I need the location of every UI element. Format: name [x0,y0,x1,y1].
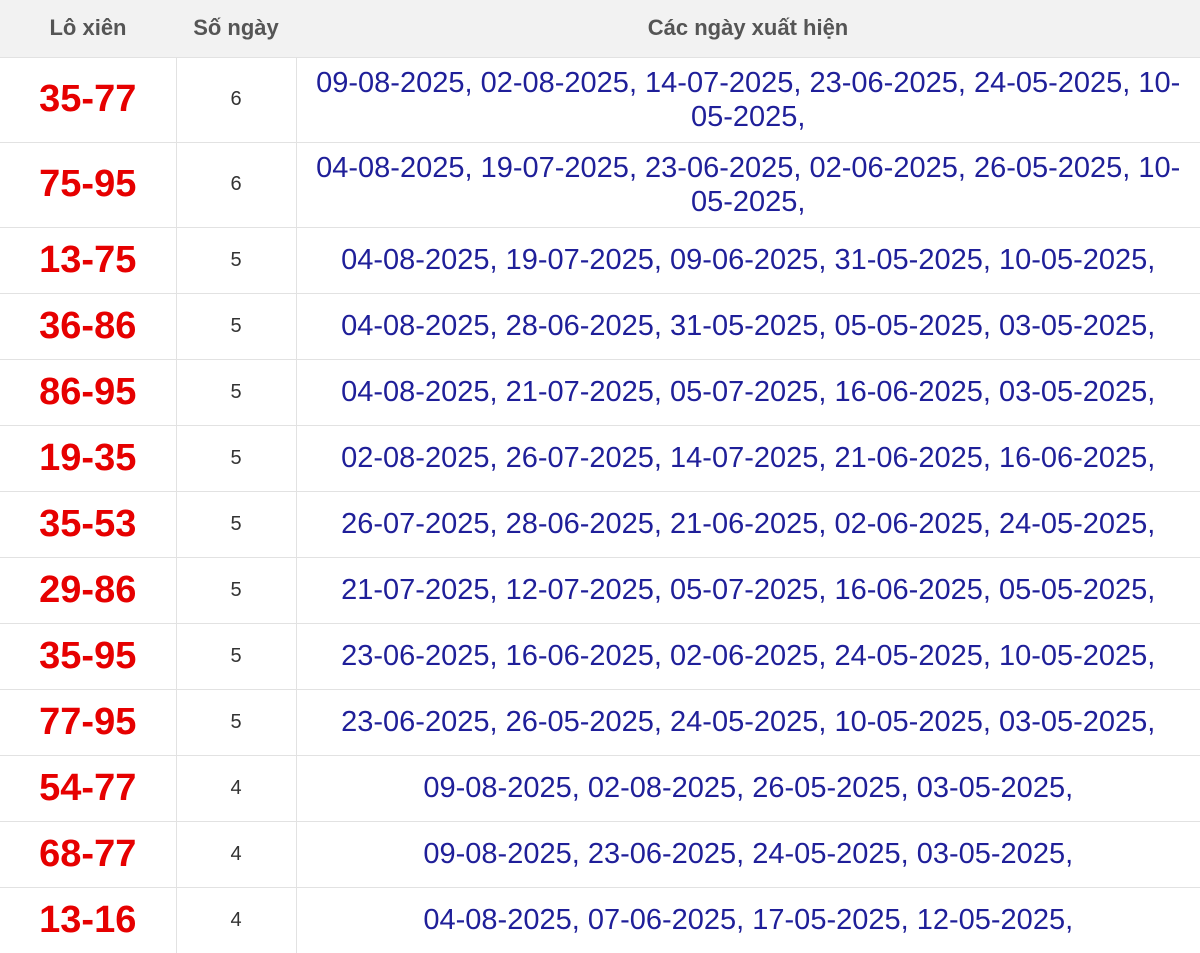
table-row: 19-35 5 02-08-2025, 26-07-2025, 14-07-20… [0,424,1200,491]
header-cac-ngay-xuat-hien: Các ngày xuất hiện [647,15,849,41]
header-so-ngay: Số ngày [193,15,279,41]
pair-cell: 35-77 [0,56,176,142]
dates-cell: 09-08-2025, 02-08-2025, 14-07-2025, 23-0… [295,56,1200,142]
table-row: 86-95 5 04-08-2025, 21-07-2025, 05-07-20… [0,358,1200,425]
pair-cell: 77-95 [0,688,176,755]
dates-cell: 09-08-2025, 02-08-2025, 26-05-2025, 03-0… [295,754,1200,821]
count-cell: 6 [175,141,296,227]
pair-cell: 13-75 [0,226,176,293]
pair-cell: 35-95 [0,622,176,689]
count-cell: 4 [175,820,296,887]
table-row: 75-95 6 04-08-2025, 19-07-2025, 23-06-20… [0,141,1200,227]
table-row: 68-77 4 09-08-2025, 23-06-2025, 24-05-20… [0,820,1200,887]
pair-cell: 13-16 [0,886,176,953]
dates-cell: 04-08-2025, 07-06-2025, 17-05-2025, 12-0… [295,886,1200,953]
pair-cell: 35-53 [0,490,176,557]
table-row: 13-16 4 04-08-2025, 07-06-2025, 17-05-20… [0,886,1200,953]
dates-cell: 09-08-2025, 23-06-2025, 24-05-2025, 03-0… [295,820,1200,887]
count-cell: 4 [175,886,296,953]
dates-cell: 04-08-2025, 19-07-2025, 23-06-2025, 02-0… [295,141,1200,227]
table-header: Lô xiên Số ngày Các ngày xuất hiện [0,0,1200,57]
count-cell: 4 [175,754,296,821]
lo-xien-table: Lô xiên Số ngày Các ngày xuất hiện 35-77… [0,0,1200,953]
dates-cell: 04-08-2025, 28-06-2025, 31-05-2025, 05-0… [295,292,1200,359]
header-lo-xien: Lô xiên [49,15,127,41]
dates-cell: 04-08-2025, 21-07-2025, 05-07-2025, 16-0… [295,358,1200,425]
table-row: 54-77 4 09-08-2025, 02-08-2025, 26-05-20… [0,754,1200,821]
table-row: 35-77 6 09-08-2025, 02-08-2025, 14-07-20… [0,56,1200,142]
pair-cell: 68-77 [0,820,176,887]
dates-cell: 23-06-2025, 26-05-2025, 24-05-2025, 10-0… [295,688,1200,755]
dates-cell: 26-07-2025, 28-06-2025, 21-06-2025, 02-0… [295,490,1200,557]
dates-cell: 02-08-2025, 26-07-2025, 14-07-2025, 21-0… [295,424,1200,491]
count-cell: 5 [175,688,296,755]
table-row: 35-95 5 23-06-2025, 16-06-2025, 02-06-20… [0,622,1200,689]
count-cell: 5 [175,424,296,491]
table-body: 35-77 6 09-08-2025, 02-08-2025, 14-07-20… [0,56,1200,953]
table-row: 77-95 5 23-06-2025, 26-05-2025, 24-05-20… [0,688,1200,755]
pair-cell: 36-86 [0,292,176,359]
count-cell: 5 [175,622,296,689]
dates-cell: 04-08-2025, 19-07-2025, 09-06-2025, 31-0… [295,226,1200,293]
pair-cell: 86-95 [0,358,176,425]
count-cell: 5 [175,226,296,293]
count-cell: 5 [175,358,296,425]
pair-cell: 75-95 [0,141,176,227]
pair-cell: 29-86 [0,556,176,623]
table-row: 13-75 5 04-08-2025, 19-07-2025, 09-06-20… [0,226,1200,293]
pair-cell: 19-35 [0,424,176,491]
count-cell: 5 [175,556,296,623]
table-row: 35-53 5 26-07-2025, 28-06-2025, 21-06-20… [0,490,1200,557]
dates-cell: 23-06-2025, 16-06-2025, 02-06-2025, 24-0… [295,622,1200,689]
table-row: 36-86 5 04-08-2025, 28-06-2025, 31-05-20… [0,292,1200,359]
count-cell: 5 [175,292,296,359]
count-cell: 6 [175,56,296,142]
dates-cell: 21-07-2025, 12-07-2025, 05-07-2025, 16-0… [295,556,1200,623]
pair-cell: 54-77 [0,754,176,821]
table-row: 29-86 5 21-07-2025, 12-07-2025, 05-07-20… [0,556,1200,623]
count-cell: 5 [175,490,296,557]
